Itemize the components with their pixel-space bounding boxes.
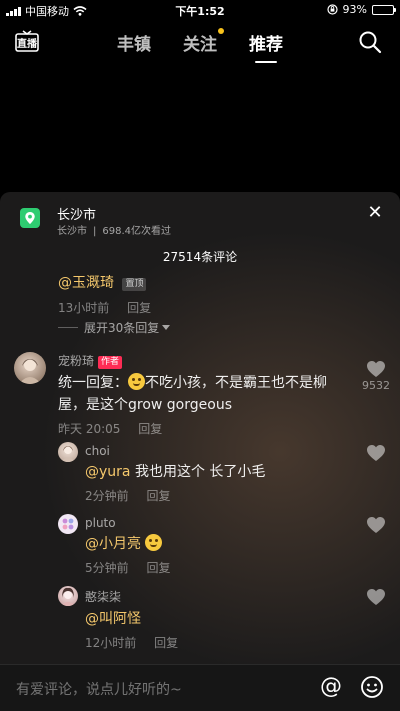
reply-text[interactable]: @小月亮: [85, 533, 355, 555]
emoji-icon[interactable]: [360, 675, 384, 699]
chevron-down-icon: [162, 325, 171, 330]
at-mention-icon[interactable]: @: [318, 674, 344, 700]
pinned-reply: @玉溉琦 置顶 13小时前 回复: [58, 272, 151, 316]
author-badge: 作者: [98, 356, 123, 369]
tab-local[interactable]: 丰镇: [117, 30, 151, 55]
search-icon[interactable]: [358, 30, 382, 54]
status-bar: 中国移动 下午1:52 93%: [0, 0, 400, 20]
reply-author[interactable]: pluto: [85, 516, 355, 530]
comment-item: 宠粉琦 作者 统一回复： 不吃小孩，不是霸王也不是柳屋，是这个grow gorgeo…: [58, 352, 348, 437]
battery-icon: [372, 4, 396, 15]
top-nav: 直播 丰镇 关注 推荐: [0, 20, 400, 64]
avatar[interactable]: [58, 586, 78, 606]
close-icon[interactable]: ✕: [366, 204, 384, 222]
reply-author[interactable]: 憨柒柒: [85, 588, 355, 605]
comment-input[interactable]: 有爱评论，说点儿好听的~: [16, 679, 182, 699]
reply-author[interactable]: choi: [85, 444, 355, 458]
comment-author[interactable]: 宠粉琦: [58, 354, 94, 368]
expand-replies-button[interactable]: 展开30条回复: [58, 319, 171, 336]
reply-button[interactable]: 回复: [146, 561, 170, 575]
comment-input-bar: 有爱评论，说点儿好听的~ @: [0, 664, 400, 711]
pinned-badge: 置顶: [122, 278, 147, 291]
reply-mention[interactable]: @玉溉琦: [58, 275, 114, 291]
avatar[interactable]: [58, 442, 78, 462]
avatar[interactable]: [14, 352, 46, 384]
heart-icon[interactable]: [366, 360, 386, 378]
avatar[interactable]: [58, 514, 78, 534]
location-pin-icon: [20, 208, 40, 228]
location-header[interactable]: 长沙市 长沙市 | 698.4亿次看过: [0, 192, 400, 238]
reply-time: 12小时前: [85, 636, 137, 650]
grin-emoji-icon: [128, 373, 145, 390]
reply-time: 2分钟前: [85, 489, 129, 503]
heart-icon[interactable]: [366, 444, 386, 462]
notification-dot: [218, 28, 224, 34]
reply-text[interactable]: @yura 我也用这个 长了小毛: [85, 461, 355, 483]
reply-text[interactable]: @叫阿怪: [85, 608, 355, 630]
reply-button[interactable]: 回复: [138, 422, 162, 436]
comment-panel: 长沙市 长沙市 | 698.4亿次看过 ✕ 27514条评论 @玉溉琦 置顶 13小…: [0, 192, 400, 664]
comment-count: 27514条评论: [162, 250, 238, 264]
heart-icon[interactable]: [366, 588, 386, 606]
expand-replies-label: 展开30条回复: [84, 321, 160, 335]
heart-icon[interactable]: [366, 516, 386, 534]
reply-item: pluto @小月亮 5分钟前 回复: [85, 516, 355, 576]
comment-time: 昨天 20:05: [58, 422, 121, 436]
reply-button[interactable]: 回复: [154, 636, 178, 650]
orientation-lock-icon: [326, 4, 338, 15]
reply-button[interactable]: 回复: [146, 489, 170, 503]
reply-time: 5分钟前: [85, 561, 129, 575]
reply-time: 13小时前: [58, 301, 110, 315]
battery-percent: 93%: [342, 3, 367, 16]
tab-following-label: 关注: [183, 35, 217, 55]
location-title: 长沙市: [57, 208, 97, 223]
comment-text[interactable]: 统一回复： 不吃小孩，不是霸王也不是柳屋，是这个grow gorgeous: [58, 372, 348, 416]
location-subtitle: 长沙市 | 698.4亿次看过: [57, 226, 172, 237]
reply-button[interactable]: 回复: [127, 301, 151, 315]
laughing-emoji-icon: [145, 534, 163, 551]
like-count: 9532: [362, 379, 390, 392]
tab-following[interactable]: 关注: [183, 28, 224, 55]
reply-item: choi @yura 我也用这个 长了小毛 2分钟前 回复: [85, 444, 355, 504]
location-city: 长沙市: [57, 226, 87, 237]
tab-recommend[interactable]: 推荐: [249, 30, 283, 63]
reply-item: 憨柒柒 @叫阿怪 12小时前 回复: [85, 588, 355, 651]
location-views: 698.4亿次看过: [102, 226, 172, 237]
